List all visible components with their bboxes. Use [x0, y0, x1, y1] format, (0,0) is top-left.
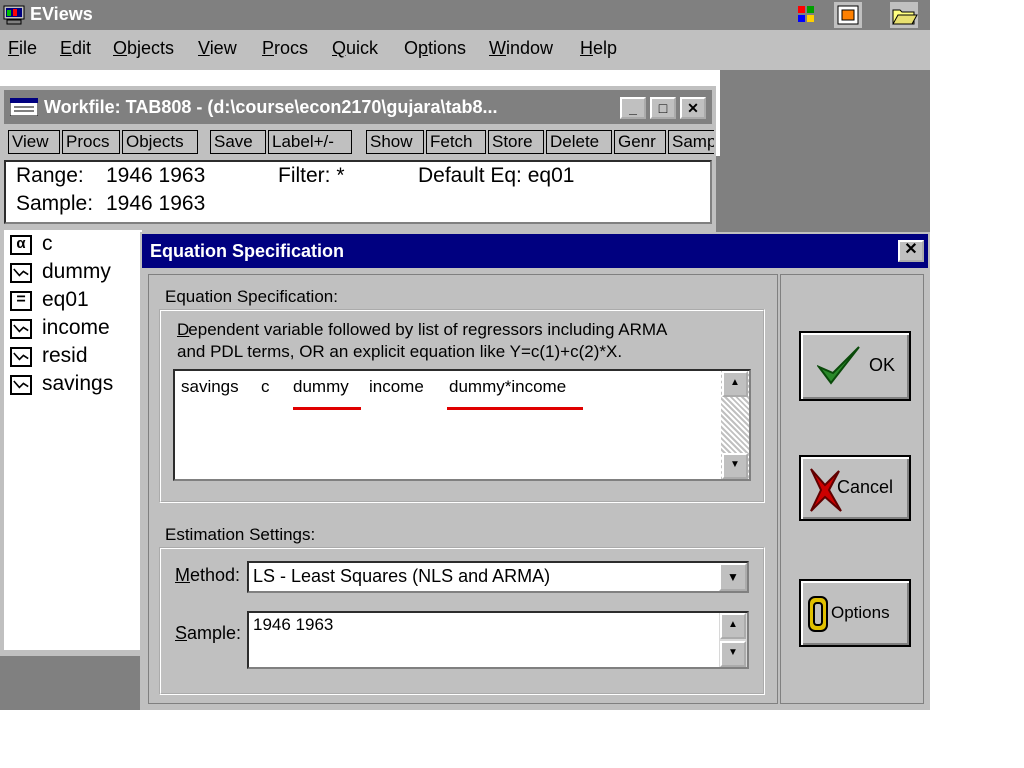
sample-input-value: 1946 1963: [253, 615, 334, 634]
menu-view[interactable]: View: [198, 38, 237, 59]
alpha-icon: α: [10, 235, 32, 255]
ok-label: OK: [869, 355, 896, 375]
series-icon: [10, 263, 32, 283]
menu-window[interactable]: Window: [489, 38, 553, 59]
workfile-title: Workfile: TAB808 - (d:\course\econ2170\g…: [44, 97, 498, 117]
spec-group-label: Equation Specification:: [165, 287, 338, 306]
wf-view-button[interactable]: View: [8, 130, 60, 154]
ok-button[interactable]: OK: [799, 331, 911, 401]
wf-store-button[interactable]: Store: [488, 130, 544, 154]
series-icon: [10, 319, 32, 339]
menu-edit[interactable]: Edit: [60, 38, 91, 59]
workfile-window-icon[interactable]: [10, 98, 38, 116]
minimize-button[interactable]: _: [620, 97, 646, 119]
sample-scrollbar[interactable]: ▲ ▼: [719, 613, 747, 667]
workfile-titlebar[interactable]: Workfile: TAB808 - (d:\course\econ2170\g…: [4, 90, 712, 124]
wf-objects-button[interactable]: Objects: [122, 130, 198, 154]
menu-help[interactable]: Help: [580, 38, 617, 59]
wf-procs-button[interactable]: Procs: [62, 130, 120, 154]
eviews-app-icon[interactable]: [3, 4, 25, 26]
dummy-highlight-underline: [293, 407, 361, 410]
token-income: income: [369, 377, 424, 396]
menu-options[interactable]: Options: [404, 38, 466, 59]
menu-procs[interactable]: Procs: [262, 38, 308, 59]
cancel-button[interactable]: Cancel: [799, 455, 911, 521]
token-savings: savings: [181, 377, 239, 396]
spec-help-line1: Dependent variable followed by list of r…: [177, 320, 668, 339]
wf-fetch-button[interactable]: Fetch: [426, 130, 486, 154]
dummy-income-highlight-underline: [447, 407, 583, 410]
dialog-button-panel: OK Cancel Options: [780, 274, 924, 704]
dialog-titlebar[interactable]: Equation Specification ✕: [142, 234, 928, 268]
sample-value: 1946 1963: [106, 192, 206, 215]
wf-sample-button[interactable]: Samp: [668, 130, 714, 154]
dialog-close-button[interactable]: ✕: [898, 240, 924, 262]
chevron-down-icon[interactable]: ▼: [719, 563, 747, 591]
workfile-object-list: α c dummy = eq01 income resid savings: [4, 230, 142, 650]
wf-save-button[interactable]: Save: [210, 130, 266, 154]
filter-label: Filter: *: [278, 164, 345, 187]
sample-label: Sample:: [16, 192, 94, 215]
workfile-icon[interactable]: [834, 2, 862, 28]
equation-icon: =: [10, 291, 32, 311]
spec-help-line2: and PDL terms, OR an explicit equation l…: [177, 342, 623, 361]
menu-bar: File Edit Objects View Procs Quick Optio…: [0, 30, 930, 70]
close-icon: ✕: [904, 241, 918, 258]
scroll-down-icon[interactable]: ▼: [722, 453, 748, 479]
equation-input[interactable]: savings c dummy income dummy*income ▲ ▼: [173, 369, 751, 481]
scroll-up-icon[interactable]: ▲: [720, 613, 746, 639]
sample-field-label: Sample:: [175, 623, 242, 643]
open-folder-icon[interactable]: [890, 2, 918, 28]
options-label: Options: [831, 603, 890, 622]
sample-input[interactable]: 1946 1963 ▲ ▼: [247, 611, 749, 669]
options-button[interactable]: Options: [799, 579, 911, 647]
series-icon: [10, 347, 32, 367]
dialog-title: Equation Specification: [150, 241, 345, 261]
token-c: c: [261, 377, 270, 396]
menu-file[interactable]: File: [8, 38, 37, 59]
equation-scrollbar[interactable]: ▲ ▼: [721, 371, 749, 479]
menu-quick[interactable]: Quick: [332, 38, 378, 59]
estimation-group-label: Estimation Settings:: [165, 525, 316, 544]
token-dummy-income: dummy*income: [449, 377, 567, 396]
scroll-up-icon[interactable]: ▲: [722, 371, 748, 397]
maximize-button[interactable]: □: [650, 97, 676, 119]
default-eq-label: Default Eq: eq01: [418, 164, 575, 187]
range-value: 1946 1963: [106, 164, 206, 187]
series-icon: [10, 375, 32, 395]
cancel-label: Cancel: [837, 477, 894, 497]
wf-genr-button[interactable]: Genr: [614, 130, 666, 154]
wf-label-button[interactable]: Label+/-: [268, 130, 352, 154]
wf-delete-button[interactable]: Delete: [546, 130, 612, 154]
wf-show-button[interactable]: Show: [366, 130, 424, 154]
app-title: EViews: [30, 4, 93, 24]
checkmark-icon: [817, 346, 860, 385]
method-select[interactable]: LS - Least Squares (NLS and ARMA) ▼: [247, 561, 749, 593]
close-button[interactable]: ✕: [680, 97, 706, 119]
equation-specification-dialog: Equation Specification ✕ Equation Specif…: [140, 232, 930, 710]
token-dummy: dummy: [293, 377, 349, 396]
dialog-left-panel: Equation Specification: Dependent variab…: [148, 274, 778, 704]
workfile-info-panel: Range: 1946 1963 Filter: * Default Eq: e…: [4, 160, 712, 224]
options-icon: [808, 596, 828, 632]
method-value: LS - Least Squares (NLS and ARMA): [253, 566, 551, 586]
app-titlebar: EViews: [0, 0, 930, 30]
workfile-toolbar: View Procs Objects Save Label+/- Show Fe…: [4, 128, 714, 156]
scroll-down-icon[interactable]: ▼: [720, 641, 746, 667]
menu-objects[interactable]: Objects: [113, 38, 174, 59]
range-label: Range:: [16, 164, 84, 187]
method-label: Method:: [175, 565, 241, 585]
windows-logo-icon[interactable]: [796, 2, 816, 28]
